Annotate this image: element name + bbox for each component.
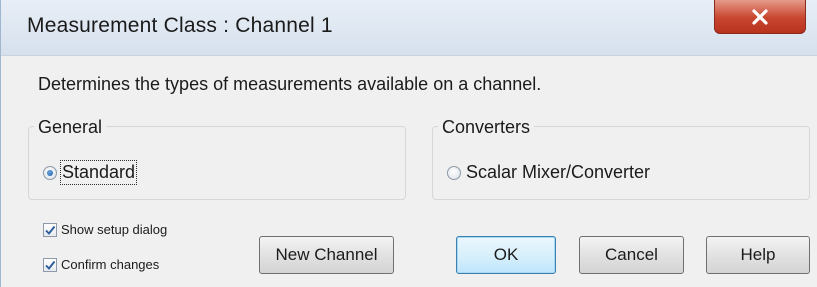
title-bar[interactable]: Measurement Class : Channel 1 [1, 0, 817, 56]
general-group-legend: General [34, 117, 107, 138]
confirm-changes-label[interactable]: Confirm changes [61, 257, 159, 272]
ok-button[interactable]: OK [456, 236, 556, 274]
checkmark-icon [45, 260, 56, 270]
standard-radio-button[interactable] [43, 165, 57, 180]
description-text: Determines the types of measurements ava… [38, 74, 542, 94]
new-channel-button[interactable]: New Channel [259, 236, 394, 274]
scalar-mixer-radio-button[interactable] [447, 165, 461, 180]
dialog-window: Measurement Class : Channel 1 Determines… [0, 0, 817, 287]
standard-radio-option[interactable]: Standard [43, 160, 138, 185]
show-setup-checkbox-row[interactable]: Show setup dialog [43, 222, 167, 237]
scalar-mixer-radio-option[interactable]: Scalar Mixer/Converter [447, 162, 650, 183]
close-button[interactable] [714, 0, 806, 34]
ok-button-label: OK [493, 245, 519, 264]
dialog-content: Determines the types of measurements ava… [1, 56, 817, 287]
new-channel-button-label: New Channel [275, 245, 378, 264]
confirm-changes-checkbox[interactable] [43, 257, 57, 272]
converters-group-legend: Converters [438, 117, 535, 138]
window-title: Measurement Class : Channel 1 [27, 14, 333, 37]
confirm-changes-checkbox-row[interactable]: Confirm changes [43, 257, 159, 272]
help-button[interactable]: Help [706, 236, 810, 274]
close-icon [752, 8, 768, 25]
cancel-button[interactable]: Cancel [579, 236, 684, 274]
show-setup-checkbox[interactable] [43, 222, 57, 237]
show-setup-label[interactable]: Show setup dialog [61, 222, 167, 237]
cancel-button-label: Cancel [605, 245, 658, 264]
scalar-mixer-radio-label[interactable]: Scalar Mixer/Converter [466, 162, 650, 183]
checkmark-icon [45, 225, 56, 235]
standard-radio-label[interactable]: Standard [59, 160, 138, 185]
radio-selected-dot [47, 169, 53, 176]
help-button-label: Help [740, 245, 776, 264]
